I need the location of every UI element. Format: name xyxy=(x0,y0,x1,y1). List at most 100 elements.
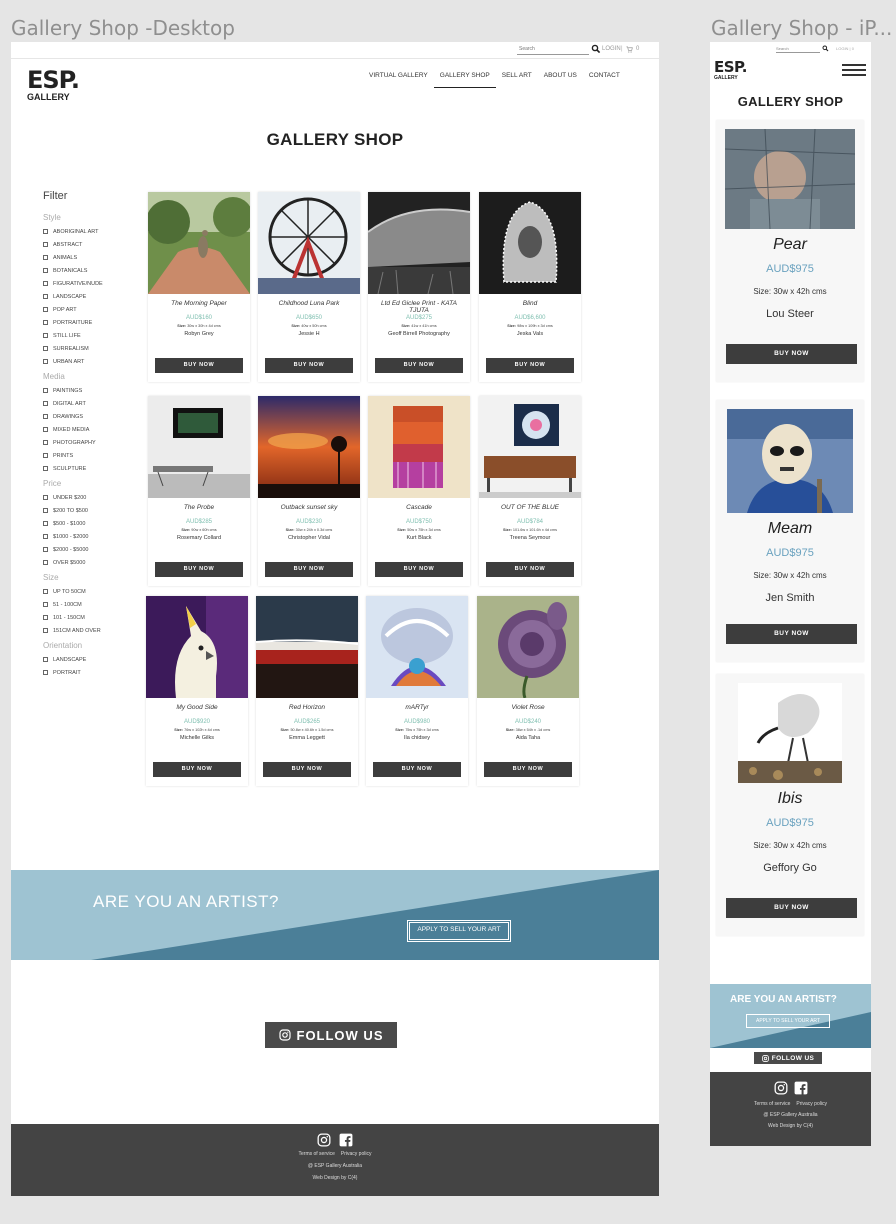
nav-virtual-gallery[interactable]: VIRTUAL GALLERY xyxy=(363,70,434,88)
product-name[interactable]: Pear xyxy=(716,236,864,254)
instagram-icon[interactable] xyxy=(774,1081,788,1095)
product-name[interactable]: Childhood Luna Park xyxy=(258,300,360,314)
checkbox[interactable] xyxy=(43,534,48,539)
facebook-icon[interactable] xyxy=(794,1081,808,1095)
login-link[interactable]: LOGIN xyxy=(602,46,621,52)
artwork-image[interactable] xyxy=(146,596,248,698)
checkbox[interactable] xyxy=(43,307,48,312)
filter-option[interactable]: ABSTRACT xyxy=(43,238,143,251)
product-artist[interactable]: Aida Taha xyxy=(477,735,579,741)
product-name[interactable]: Red Horizon xyxy=(256,704,358,718)
checkbox[interactable] xyxy=(43,229,48,234)
buy-now-button[interactable]: BUY NOW xyxy=(375,358,463,373)
product-name[interactable]: My Good Side xyxy=(146,704,248,718)
product-card[interactable]: Ltd Ed Giclee Print - KATA TJUTA AUD$275 S… xyxy=(368,192,470,382)
checkbox[interactable] xyxy=(43,255,48,260)
cart-icon[interactable] xyxy=(626,46,633,53)
buy-now-button[interactable]: BUY NOW xyxy=(486,358,574,373)
product-card[interactable]: The Morning Paper AUD$160 Size: 30w x 30h … xyxy=(148,192,250,382)
product-card[interactable]: OUT OF THE BLUE AUD$784 Size: 101.6w x 101… xyxy=(479,396,581,586)
artwork-image[interactable] xyxy=(479,192,581,294)
product-name[interactable]: The Probe xyxy=(148,504,250,518)
checkbox[interactable] xyxy=(43,427,48,432)
filter-option[interactable]: UP TO 50CM xyxy=(43,585,143,598)
product-artist[interactable]: Ila chidsey xyxy=(366,735,468,741)
product-artist[interactable]: Robyn Grey xyxy=(148,331,250,337)
checkbox[interactable] xyxy=(43,602,48,607)
checkbox[interactable] xyxy=(43,521,48,526)
product-artist[interactable]: Kurt Black xyxy=(368,535,470,541)
checkbox[interactable] xyxy=(43,388,48,393)
mobile-logo[interactable]: ESP. GALLERY xyxy=(714,60,748,82)
filter-option[interactable]: SCULPTURE xyxy=(43,462,143,475)
mobile-product-card[interactable]: Ibis AUD$975 Size: 30w x 42h cms Geffory Go… xyxy=(716,674,864,936)
checkbox[interactable] xyxy=(43,294,48,299)
filter-option[interactable]: UNDER $200 xyxy=(43,491,143,504)
artwork-image[interactable] xyxy=(368,192,470,294)
filter-option[interactable]: BOTANICALS xyxy=(43,264,143,277)
terms-link[interactable]: Terms of service xyxy=(299,1151,335,1157)
filter-option[interactable]: PORTRAITURE xyxy=(43,316,143,329)
product-name[interactable]: Ltd Ed Giclee Print - KATA TJUTA xyxy=(368,300,470,314)
search-input[interactable]: Search xyxy=(517,45,589,55)
buy-now-button[interactable]: BUY NOW xyxy=(155,562,243,577)
checkbox[interactable] xyxy=(43,628,48,633)
privacy-link[interactable]: Privacy policy xyxy=(796,1101,827,1107)
filter-option[interactable]: MIXED MEDIA xyxy=(43,423,143,436)
mobile-follow-us-button[interactable]: FOLLOW US xyxy=(754,1052,822,1064)
mobile-login-link[interactable]: LOGIN | 0 xyxy=(836,46,854,51)
product-name[interactable]: Meam xyxy=(716,520,864,538)
product-card[interactable]: The Probe AUD$285 Size: 90w x 60h cms Rosem… xyxy=(148,396,250,586)
buy-now-button[interactable]: BUY NOW xyxy=(375,562,463,577)
buy-now-button[interactable]: BUY NOW xyxy=(726,898,857,918)
product-artist[interactable]: Geffory Go xyxy=(716,862,864,874)
product-artist[interactable]: Emma Leggett xyxy=(256,735,358,741)
checkbox[interactable] xyxy=(43,268,48,273)
buy-now-button[interactable]: BUY NOW xyxy=(153,762,241,777)
product-name[interactable]: Violet Rose xyxy=(477,704,579,718)
artwork-image[interactable] xyxy=(258,192,360,294)
nav-contact[interactable]: CONTACT xyxy=(583,70,626,88)
filter-option[interactable]: ABORIGINAL ART xyxy=(43,225,143,238)
product-artist[interactable]: Michelle Gilks xyxy=(146,735,248,741)
filter-option[interactable]: LANDSCAPE xyxy=(43,653,143,666)
product-name[interactable]: Blind xyxy=(479,300,581,314)
product-artist[interactable]: Jeska Vals xyxy=(479,331,581,337)
checkbox[interactable] xyxy=(43,615,48,620)
artwork-image[interactable] xyxy=(725,129,855,229)
product-artist[interactable]: Geoff Birrell Photography xyxy=(368,331,470,337)
filter-option[interactable]: 101 - 150CM xyxy=(43,611,143,624)
filter-option[interactable]: LANDSCAPE xyxy=(43,290,143,303)
search-icon[interactable] xyxy=(591,44,601,54)
instagram-icon[interactable] xyxy=(317,1133,331,1147)
checkbox[interactable] xyxy=(43,670,48,675)
logo[interactable]: ESP. GALLERY xyxy=(27,68,80,108)
filter-option[interactable]: $200 TO $500 xyxy=(43,504,143,517)
mobile-search-input[interactable]: Search xyxy=(776,45,820,53)
apply-to-sell-button[interactable]: APPLY TO SELL YOUR ART xyxy=(407,920,511,942)
checkbox[interactable] xyxy=(43,589,48,594)
checkbox[interactable] xyxy=(43,320,48,325)
checkbox[interactable] xyxy=(43,495,48,500)
checkbox[interactable] xyxy=(43,414,48,419)
product-card[interactable]: Cascade AUD$750 Size: 50w x 75h x 3d cms Ku… xyxy=(368,396,470,586)
buy-now-button[interactable]: BUY NOW xyxy=(263,762,351,777)
buy-now-button[interactable]: BUY NOW xyxy=(486,562,574,577)
filter-option[interactable]: FIGURATIVE/NUDE xyxy=(43,277,143,290)
artwork-image[interactable] xyxy=(479,396,581,498)
product-artist[interactable]: Jen Smith xyxy=(716,592,864,604)
checkbox[interactable] xyxy=(43,453,48,458)
nav-gallery-shop[interactable]: GALLERY SHOP xyxy=(433,70,496,88)
filter-option[interactable]: DRAWINGS xyxy=(43,410,143,423)
filter-option[interactable]: PORTRAIT xyxy=(43,666,143,679)
checkbox[interactable] xyxy=(43,466,48,471)
follow-us-button[interactable]: FOLLOW US xyxy=(265,1022,397,1048)
checkbox[interactable] xyxy=(43,560,48,565)
filter-option[interactable]: DIGITAL ART xyxy=(43,397,143,410)
filter-option[interactable]: URBAN ART xyxy=(43,355,143,368)
product-artist[interactable]: Treena Seymour xyxy=(479,535,581,541)
checkbox[interactable] xyxy=(43,401,48,406)
checkbox[interactable] xyxy=(43,508,48,513)
product-name[interactable]: The Morning Paper xyxy=(148,300,250,314)
filter-option[interactable]: 151CM AND OVER xyxy=(43,624,143,637)
